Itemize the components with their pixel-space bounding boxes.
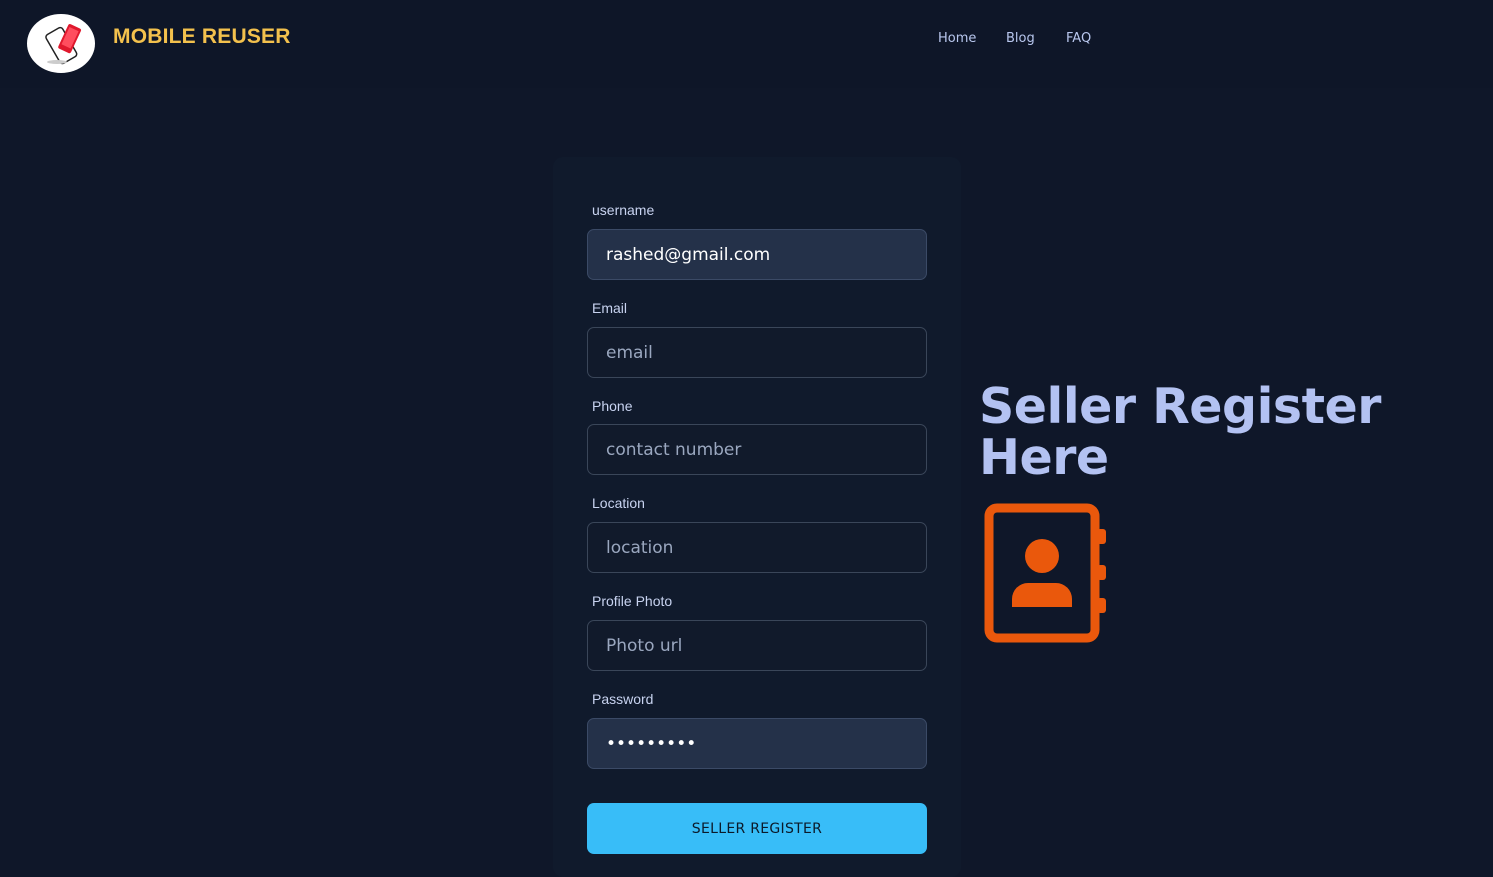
username-input[interactable] [587,229,927,280]
location-input[interactable] [587,522,927,573]
phone-recycle-logo-icon [45,24,82,65]
navbar: MOBILE REUSER Home Blog FAQ [0,0,1493,88]
profile-photo-label: Profile Photo [592,593,673,609]
nav-faq[interactable]: FAQ [1066,31,1091,46]
brand-logo[interactable] [27,14,95,73]
phone-label: Phone [592,398,633,414]
password-input[interactable] [587,718,927,769]
phone-input[interactable] [587,424,927,475]
email-input[interactable] [587,327,927,378]
nav-blog[interactable]: Blog [1006,31,1035,46]
email-label: Email [592,300,628,316]
username-label: username [592,202,655,218]
contact-book-icon [984,503,1106,643]
seller-register-button[interactable]: SELLER REGISTER [587,803,927,854]
brand-name: MOBILE REUSER [113,25,291,48]
nav-home[interactable]: Home [938,31,976,46]
photo-url-input[interactable] [587,620,927,671]
page-heading: Seller Register Here [979,378,1381,486]
password-label: Password [592,691,654,707]
location-label: Location [592,495,645,511]
